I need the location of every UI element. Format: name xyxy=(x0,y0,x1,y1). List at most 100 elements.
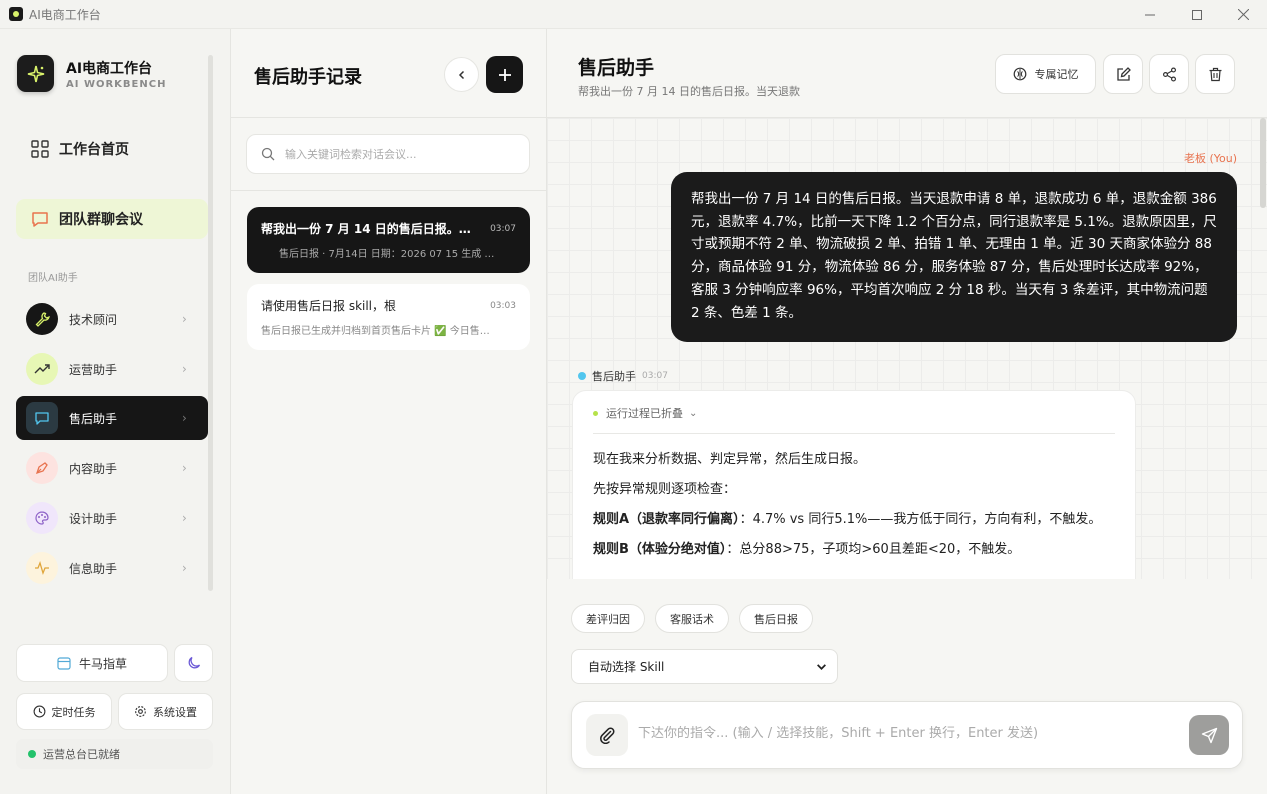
brand: AI电商工作台 AI WORKBENCH xyxy=(17,55,166,92)
page-title: 售后助手 xyxy=(578,57,655,79)
clock-icon xyxy=(33,705,45,718)
status-indicator: 运营总台已就绪 xyxy=(16,739,213,769)
sidebar: AI电商工作台 AI WORKBENCH 工作台首页 团队群聊会议 团队AI助手… xyxy=(0,29,231,794)
chat-icon xyxy=(26,402,58,434)
sidebar-scrollbar[interactable] xyxy=(208,55,213,591)
draft-button[interactable]: 牛马指草 xyxy=(16,644,168,682)
share-button[interactable] xyxy=(1149,54,1189,94)
search-input[interactable] xyxy=(285,147,505,161)
fold-dot xyxy=(593,410,598,416)
minimize-button[interactable] xyxy=(1126,0,1173,29)
brand-logo-icon xyxy=(17,55,54,92)
composer xyxy=(571,701,1243,769)
chevron-right-icon: › xyxy=(182,411,187,425)
assistant-after-sales[interactable]: 售后助手 › xyxy=(16,396,208,440)
share-icon xyxy=(1162,67,1176,82)
quick-chips: 差评归因 客服话术 售后日报 xyxy=(571,604,823,633)
bot-time: 03:07 xyxy=(642,371,668,381)
edit-button[interactable] xyxy=(1103,54,1143,94)
attach-button[interactable] xyxy=(586,714,628,756)
assistant-label: 信息助手 xyxy=(69,561,118,576)
memory-button[interactable]: 专属记忆 xyxy=(995,54,1096,94)
history-record[interactable]: 帮我出一份 7 月 14 日的售后日报。当天退款申请… 03:07 售后日报 ·… xyxy=(247,207,530,273)
main-panel: 售后助手 帮我出一份 7 月 14 日的售后日报。当天退款 专属记忆 老板 (Y… xyxy=(547,29,1267,794)
assistants-section-label: 团队AI助手 xyxy=(28,273,78,284)
record-subtitle: 售后日报已生成并归档到首页售后卡片 ✅ 今日售… xyxy=(261,326,490,337)
divider xyxy=(231,190,547,191)
delete-button[interactable] xyxy=(1195,54,1235,94)
scheduled-tasks-label: 定时任务 xyxy=(51,705,96,719)
process-fold-toggle[interactable]: 运行过程已折叠 ⌄ xyxy=(593,405,1115,434)
history-panel: 售后助手记录 帮我出一份 7 月 14 日的售后日报。当天退款申请… 03:07… xyxy=(231,29,547,794)
nav-team-meeting[interactable]: 团队群聊会议 xyxy=(16,199,208,239)
record-title: 请使用售后日报 skill，根 xyxy=(261,299,397,313)
window-controls xyxy=(1126,0,1267,29)
chevron-right-icon: › xyxy=(182,312,187,326)
trash-icon xyxy=(1209,67,1221,81)
chevron-down-icon: ⌄ xyxy=(689,407,698,419)
skill-select[interactable]: 自动选择 Skill xyxy=(571,649,838,684)
nav-home-label: 工作台首页 xyxy=(59,142,129,158)
pulse-icon xyxy=(26,552,58,584)
assistant-design[interactable]: 设计助手 › xyxy=(16,496,208,540)
plus-icon xyxy=(498,68,511,81)
main-header: 售后助手 帮我出一份 7 月 14 日的售后日报。当天退款 专属记忆 xyxy=(547,29,1267,118)
assistant-label: 售后助手 xyxy=(69,411,118,426)
user-label: 老板 (You) xyxy=(1183,152,1237,165)
brand-subtitle: AI WORKBENCH xyxy=(66,78,167,90)
close-icon xyxy=(1238,9,1249,20)
new-record-button[interactable] xyxy=(486,56,523,93)
gear-icon xyxy=(135,706,146,717)
chip-after-sales-report[interactable]: 售后日报 xyxy=(739,604,813,633)
chevron-right-icon: › xyxy=(182,561,187,575)
settings-button[interactable]: 系统设置 xyxy=(118,693,213,730)
app-icon xyxy=(9,7,23,21)
reply-intro: 现在我来分析数据、判定异常，然后生成日报。 xyxy=(593,452,867,467)
chat-scrollbar[interactable] xyxy=(1260,118,1266,208)
window-title: AI电商工作台 xyxy=(29,7,101,22)
edit-icon xyxy=(1116,66,1131,81)
page-subtitle: 帮我出一份 7 月 14 日的售后日报。当天退款 xyxy=(578,85,800,98)
brand-name: AI电商工作台 xyxy=(66,60,153,77)
trend-icon xyxy=(26,353,58,385)
maximize-button[interactable] xyxy=(1173,0,1220,29)
history-record[interactable]: 请使用售后日报 skill，根 03:03 售后日报已生成并归档到首页售后卡片 … xyxy=(247,284,530,350)
message-input[interactable] xyxy=(638,726,1178,741)
send-button[interactable] xyxy=(1189,715,1229,755)
record-title: 帮我出一份 7 月 14 日的售后日报。当天退款申请… xyxy=(261,222,481,236)
memory-button-label: 专属记忆 xyxy=(1034,68,1079,81)
nav-home[interactable]: 工作台首页 xyxy=(16,129,208,169)
record-time: 03:07 xyxy=(490,223,516,234)
chip-service-scripts[interactable]: 客服话术 xyxy=(655,604,729,633)
brain-icon xyxy=(1013,67,1026,81)
assistant-label: 运营助手 xyxy=(69,362,118,377)
scheduled-tasks-button[interactable]: 定时任务 xyxy=(16,693,112,730)
title-bar: AI电商工作台 xyxy=(0,0,1267,29)
search-box[interactable] xyxy=(246,134,530,174)
record-time: 03:03 xyxy=(490,300,516,311)
rule-a-text: ：4.7% vs 同行5.1%——我方低于同行，方向有利，不触发。 xyxy=(739,512,1102,527)
chevron-left-icon xyxy=(458,70,464,79)
chat-area[interactable]: 老板 (You) 帮我出一份 7 月 14 日的售后日报。当天退款申请 8 单，… xyxy=(547,118,1267,579)
close-window-button[interactable] xyxy=(1220,0,1267,29)
rule-b-text: ：总分88>75，子项均>60且差距<20，不触发。 xyxy=(726,542,1021,557)
status-dot xyxy=(28,750,36,758)
rule-b: 规则B（体验分绝对值）：总分88>75，子项均>60且差距<20，不触发。 xyxy=(593,538,1115,561)
chip-review-attribution[interactable]: 差评归因 xyxy=(571,604,645,633)
assistant-tech[interactable]: 技术顾问 › xyxy=(16,297,208,341)
status-text: 运营总台已就绪 xyxy=(43,748,120,761)
assistant-operations[interactable]: 运营助手 › xyxy=(16,347,208,391)
pen-icon xyxy=(26,452,58,484)
wrench-icon xyxy=(26,303,58,335)
collapse-button[interactable] xyxy=(444,57,479,92)
assistant-content[interactable]: 内容助手 › xyxy=(16,446,208,490)
paperclip-icon xyxy=(600,727,615,744)
search-icon xyxy=(261,147,275,161)
chevron-right-icon: › xyxy=(182,461,187,475)
message-icon xyxy=(32,212,48,227)
theme-toggle-button[interactable] xyxy=(174,644,213,682)
chevron-down-icon xyxy=(817,664,826,670)
assistant-info[interactable]: 信息助手 › xyxy=(16,546,208,590)
assistant-label: 内容助手 xyxy=(69,461,118,476)
palette-icon xyxy=(26,502,58,534)
